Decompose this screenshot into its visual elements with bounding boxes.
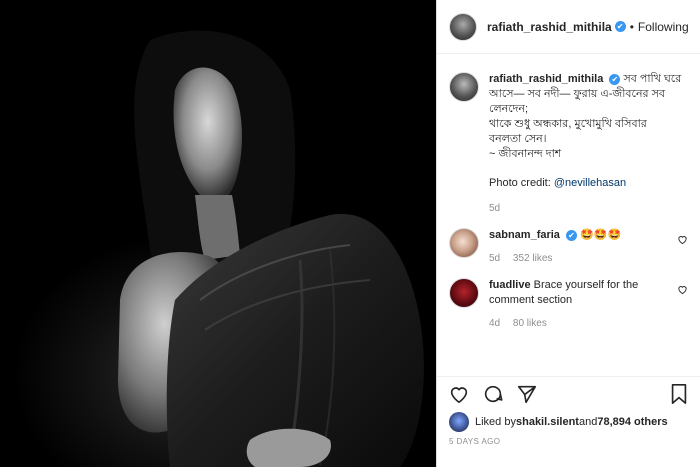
caption-line: বনলতা সেন। [489, 133, 547, 145]
post-actions-bar [437, 376, 700, 410]
comment-like-heart-icon[interactable] [677, 284, 688, 298]
author-avatar[interactable] [449, 12, 477, 41]
caption-line: থাকে শুধু অন্ধকার, মুখোমুখি বসিবার [489, 118, 647, 130]
caption-line: আসে— সব নদী— ফুরায় এ-জীবনের সব [489, 88, 666, 100]
likes-count[interactable]: 78,894 others [597, 416, 667, 428]
comment-likes[interactable]: 352 likes [513, 253, 552, 264]
verified-icon: ✔ [609, 73, 621, 85]
share-icon[interactable] [515, 382, 539, 406]
post-header: rafiath_rashid_mithila ✔ • Following [437, 0, 700, 54]
photo-credit: Photo credit: @nevillehasan [489, 176, 688, 191]
comment-item: sabnam_faria ✔ 🤩🤩🤩 5d 352 likes [449, 228, 688, 266]
post-side-panel: rafiath_rashid_mithila ✔ • Following raf… [436, 0, 700, 467]
caption-avatar[interactable] [449, 72, 479, 102]
bookmark-icon[interactable] [667, 382, 691, 406]
caption-item: rafiath_rashid_mithila ✔ সব পাখি ঘরে আসে… [449, 72, 688, 216]
photo-credit-link[interactable]: @nevillehasan [554, 177, 626, 189]
likes-prefix: Liked by [475, 416, 516, 428]
caption-line: ~ জীবনানন্দ দাশ [489, 148, 562, 160]
caption-meta: 5d [489, 201, 688, 216]
likes-middle: and [578, 416, 598, 428]
likes-summary: Liked by shakil.silent and 78,894 others [449, 412, 668, 432]
post-photo[interactable] [0, 0, 436, 467]
caption-line: লেনদেন; [489, 103, 529, 115]
comment-username[interactable]: fuadlive [489, 279, 531, 291]
post-photo-illustration [118, 30, 424, 467]
comment-icon[interactable] [481, 382, 505, 406]
caption-username[interactable]: rafiath_rashid_mithila [489, 73, 603, 85]
comment-time[interactable]: 5d [489, 253, 500, 264]
post-timestamp[interactable]: 5 DAYS AGO [449, 437, 500, 446]
comment-likes[interactable]: 80 likes [513, 318, 547, 329]
comment-text: 🤩🤩🤩 [580, 229, 622, 241]
comment-like-heart-icon[interactable] [677, 234, 688, 248]
liker-avatar[interactable] [449, 412, 469, 432]
comment-avatar[interactable] [449, 278, 479, 308]
following-button[interactable]: Following [638, 20, 689, 34]
caption-line: সব পাখি ঘরে [623, 73, 682, 85]
comments-list: rafiath_rashid_mithila ✔ সব পাখি ঘরে আসে… [437, 54, 700, 374]
caption-time[interactable]: 5d [489, 203, 500, 214]
comment-avatar[interactable] [449, 228, 479, 258]
verified-icon: ✔ [614, 21, 626, 32]
comment-meta: 5d 352 likes [489, 251, 671, 266]
heart-icon[interactable] [447, 382, 471, 406]
verified-icon: ✔ [566, 229, 577, 241]
liker-username[interactable]: shakil.silent [516, 416, 579, 428]
comment-item: fuadlive Brace yourself for the comment … [449, 278, 688, 331]
author-username[interactable]: rafiath_rashid_mithila [487, 20, 612, 34]
photo-credit-label: Photo credit: [489, 177, 554, 189]
comment-meta: 4d 80 likes [489, 316, 671, 331]
comment-username[interactable]: sabnam_faria [489, 229, 560, 241]
comment-time[interactable]: 4d [489, 318, 500, 329]
separator-dot: • [629, 19, 634, 34]
